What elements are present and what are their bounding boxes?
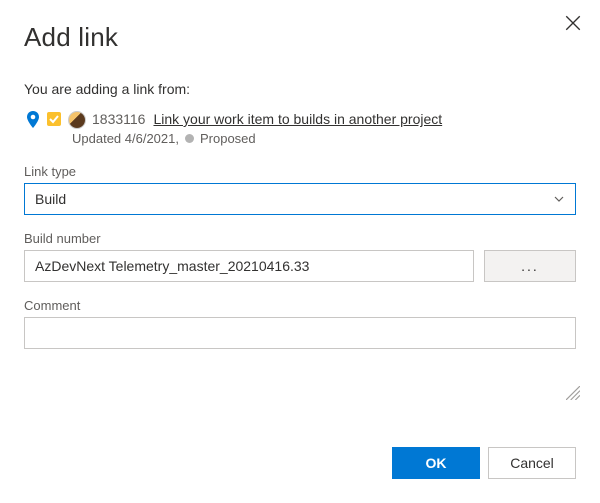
build-number-label: Build number bbox=[24, 231, 576, 246]
resize-grip-icon[interactable] bbox=[566, 386, 580, 400]
ok-button[interactable]: OK bbox=[392, 447, 480, 479]
comment-label: Comment bbox=[24, 298, 576, 313]
dialog-title: Add link bbox=[24, 22, 576, 53]
avatar bbox=[68, 111, 86, 129]
link-type-value: Build bbox=[35, 191, 66, 207]
close-icon bbox=[564, 14, 582, 32]
link-type-label: Link type bbox=[24, 164, 576, 179]
dialog-subtitle: You are adding a link from: bbox=[24, 81, 576, 97]
work-item-id: 1833116 bbox=[92, 111, 145, 127]
comment-group: Comment bbox=[24, 298, 576, 349]
add-link-dialog: Add link You are adding a link from: 183… bbox=[0, 0, 600, 349]
close-button[interactable] bbox=[564, 14, 582, 32]
pin-icon bbox=[26, 111, 40, 129]
comment-input[interactable] bbox=[24, 317, 576, 349]
build-number-group: Build number ... bbox=[24, 231, 576, 282]
cancel-button[interactable]: Cancel bbox=[488, 447, 576, 479]
link-type-select[interactable]: Build bbox=[24, 183, 576, 215]
badge-icon bbox=[46, 111, 62, 127]
build-number-input[interactable] bbox=[24, 250, 474, 282]
work-item-meta: Updated 4/6/2021, Proposed bbox=[72, 131, 576, 146]
work-item-state: Proposed bbox=[200, 131, 256, 146]
updated-label: Updated 4/6/2021, bbox=[72, 131, 179, 146]
browse-button[interactable]: ... bbox=[484, 250, 576, 282]
work-item-row: 1833116 Link your work item to builds in… bbox=[26, 111, 576, 129]
work-item-link[interactable]: Link your work item to builds in another… bbox=[153, 111, 442, 127]
link-type-group: Link type Build bbox=[24, 164, 576, 215]
state-dot-icon bbox=[185, 134, 194, 143]
dialog-footer: OK Cancel bbox=[392, 447, 576, 479]
chevron-down-icon bbox=[553, 193, 565, 205]
